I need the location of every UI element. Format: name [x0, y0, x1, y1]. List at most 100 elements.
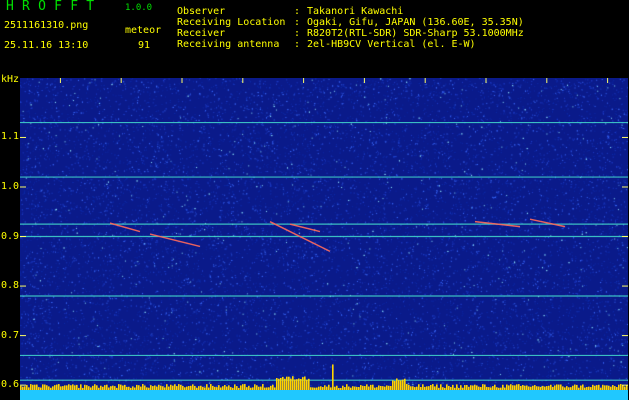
level-bar — [328, 384, 330, 390]
level-bar — [28, 387, 30, 390]
level-bar — [362, 385, 364, 390]
level-bar — [266, 387, 268, 390]
level-bar — [64, 385, 66, 390]
level-bar — [154, 385, 156, 390]
level-bar — [164, 387, 166, 390]
level-bar — [250, 387, 252, 390]
level-bar — [198, 386, 200, 390]
level-bar — [326, 386, 328, 390]
level-bar — [194, 385, 196, 390]
level-bar — [514, 385, 516, 390]
level-bar — [336, 385, 338, 390]
level-bar — [22, 386, 24, 390]
level-bar — [230, 387, 232, 390]
level-bar — [236, 386, 238, 390]
level-bar — [408, 384, 410, 390]
level-bar — [400, 380, 402, 390]
level-bar — [156, 386, 158, 390]
level-bar — [346, 384, 348, 390]
level-bar — [126, 386, 128, 390]
level-bar — [56, 384, 58, 390]
level-bar — [72, 384, 74, 390]
level-bar — [98, 387, 100, 390]
level-bar — [564, 387, 566, 390]
level-bar — [24, 386, 26, 390]
level-bar — [88, 386, 90, 390]
level-bar — [314, 387, 316, 390]
level-bar — [410, 386, 412, 390]
level-bar — [380, 385, 382, 390]
level-bar — [116, 387, 118, 390]
level-bar — [412, 386, 414, 390]
level-bar — [252, 387, 254, 390]
level-bar — [466, 384, 468, 390]
level-bar — [368, 386, 370, 390]
level-bar — [382, 386, 384, 390]
level-bar — [220, 387, 222, 390]
level-bar — [552, 386, 554, 390]
level-bar — [536, 386, 538, 390]
level-bar — [550, 384, 552, 390]
level-bar — [572, 385, 574, 390]
y-tick-label: 1.1 — [1, 131, 20, 143]
level-bar — [74, 385, 76, 390]
level-bar — [78, 387, 80, 390]
level-bar — [318, 386, 320, 390]
level-bar — [556, 384, 558, 390]
level-bar — [418, 384, 420, 390]
level-bar — [370, 384, 372, 390]
level-bar — [488, 387, 490, 390]
level-bar — [384, 386, 386, 390]
meta-value-receiver: R820T2(RTL-SDR) SDR-Sharp 53.1000MHz — [307, 28, 524, 39]
level-bar — [218, 385, 220, 390]
level-bar — [106, 384, 108, 390]
level-bar — [576, 384, 578, 390]
level-bar — [450, 386, 452, 390]
level-bar — [268, 387, 270, 390]
level-bar — [292, 376, 294, 390]
level-bar — [90, 387, 92, 390]
level-bar — [350, 387, 352, 390]
level-bar — [62, 386, 64, 390]
level-bar — [578, 387, 580, 390]
level-bar — [530, 386, 532, 390]
image-filename: 2511161310.png — [4, 20, 89, 31]
level-bar — [46, 385, 48, 390]
level-bar — [286, 376, 288, 390]
level-bar — [228, 385, 230, 390]
level-bar — [148, 387, 150, 390]
level-bar — [398, 380, 400, 390]
meta-separator: : — [294, 6, 301, 17]
level-bar — [458, 387, 460, 390]
level-bar — [52, 386, 54, 390]
level-bar — [616, 387, 618, 390]
level-bar — [298, 378, 300, 390]
level-bar — [482, 384, 484, 390]
level-bar — [602, 384, 604, 390]
level-bar — [606, 385, 608, 390]
level-bar — [402, 379, 404, 390]
detection-mode: meteor — [125, 25, 162, 36]
meta-separator: : — [294, 39, 301, 50]
level-bar — [348, 386, 350, 390]
y-axis-unit: kHz — [1, 74, 20, 85]
level-bar — [142, 384, 144, 390]
level-bar — [184, 387, 186, 390]
level-bar — [476, 385, 478, 390]
level-bar — [558, 384, 560, 390]
level-bar — [270, 385, 272, 390]
level-bar — [68, 384, 70, 390]
level-bar — [176, 386, 178, 390]
level-bar — [130, 387, 132, 390]
level-bar — [560, 384, 562, 390]
level-bar — [146, 387, 148, 390]
level-bar — [508, 385, 510, 390]
level-bar — [520, 385, 522, 390]
meteor-trace — [149, 233, 201, 248]
level-bar — [222, 386, 224, 390]
level-bar — [180, 384, 182, 390]
level-bar — [170, 384, 172, 390]
level-bar — [310, 387, 312, 390]
level-bar — [118, 384, 120, 390]
level-bar — [60, 386, 62, 390]
